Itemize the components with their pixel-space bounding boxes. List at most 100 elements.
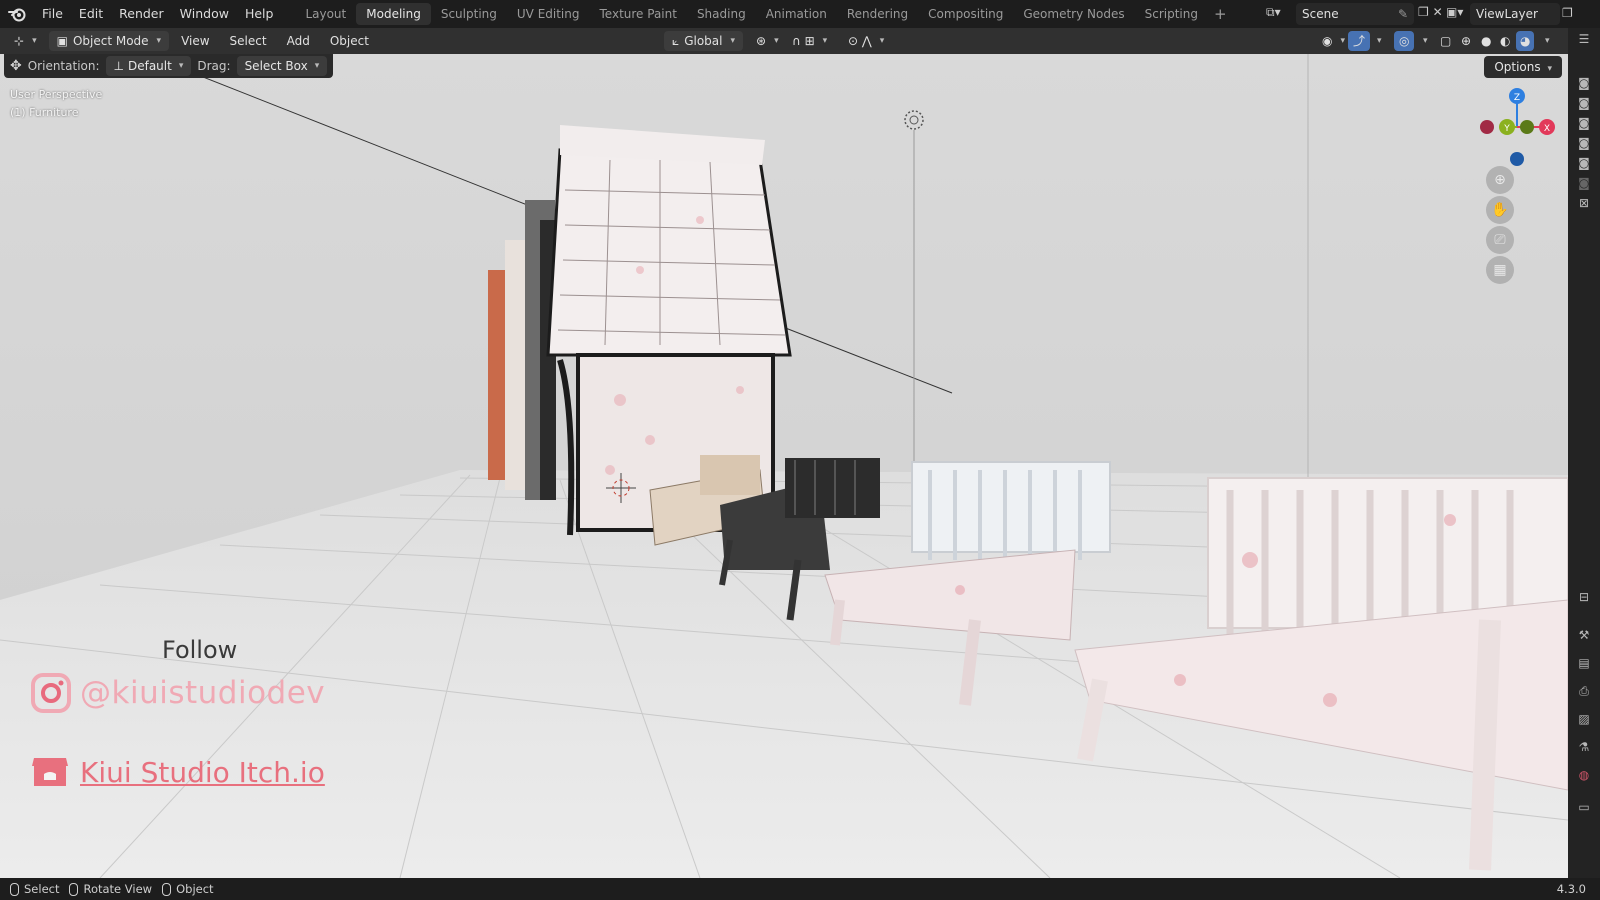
camera-view-icon[interactable]: ⎚	[1486, 226, 1514, 254]
orientation-axes-icon: ⊥	[113, 59, 124, 73]
zoom-icon[interactable]: ⊕	[1486, 166, 1514, 194]
tab-modeling[interactable]: Modeling	[356, 3, 431, 25]
mode-label: Object Mode	[72, 34, 149, 48]
menu-render[interactable]: Render	[111, 0, 172, 28]
tab-sculpting[interactable]: Sculpting	[431, 3, 507, 25]
rendered-shading-icon[interactable]: ◕	[1516, 31, 1535, 51]
tab-texture-paint[interactable]: Texture Paint	[590, 3, 687, 25]
snap-icon[interactable]: ∩ ⊞ ▾	[784, 31, 835, 51]
pin-icon[interactable]: ✎	[1398, 7, 1408, 21]
tab-layout[interactable]: Layout	[295, 3, 356, 25]
world-properties-icon[interactable]: ◍	[1577, 768, 1591, 782]
scene-selector-icon[interactable]: ⧉▾	[1266, 5, 1292, 23]
new-scene-icon[interactable]: ❐ ✕	[1418, 5, 1443, 19]
collection-properties-icon[interactable]: ▭	[1577, 800, 1591, 814]
instagram-link[interactable]: @kiuistudiodev	[30, 672, 325, 714]
orientation-value: Default	[127, 59, 172, 73]
menu-view[interactable]: View	[173, 31, 217, 51]
tool-settings-header: ✥ Orientation: ⊥ Default ▾ Drag: Select B…	[4, 54, 334, 78]
orientation-dropdown[interactable]: ⊥ Default ▾	[105, 56, 192, 76]
tool-settings-icon[interactable]: ⊟	[1577, 590, 1591, 604]
perspective-grid-icon[interactable]: ▦	[1486, 256, 1514, 284]
status-select: Select	[10, 882, 59, 896]
transform-orientation-dropdown[interactable]: ⟀ Global ▾	[664, 31, 744, 51]
mode-selector[interactable]: ▣ Object Mode ▾	[48, 31, 170, 51]
xray-icon[interactable]: ▢	[1436, 31, 1455, 51]
itch-link-label: Kiui Studio Itch.io	[80, 755, 325, 789]
navigation-gizmo[interactable]: Z X Y	[1472, 84, 1562, 174]
view-layer-properties-icon[interactable]: ▨	[1577, 712, 1591, 726]
follow-heading: Follow	[162, 636, 238, 664]
menu-file[interactable]: File	[34, 0, 71, 28]
render-camera-icon-3[interactable]: ◙	[1577, 116, 1591, 130]
material-preview-icon[interactable]: ◐	[1497, 31, 1513, 51]
status-select-label: Select	[24, 882, 60, 896]
svg-text:X: X	[1544, 124, 1550, 134]
menu-window[interactable]: Window	[172, 0, 237, 28]
view-layer-icon[interactable]: ▣▾	[1446, 5, 1463, 19]
drag-value: Select Box	[244, 59, 308, 73]
status-bar: Select Rotate View Object 4.3.0	[0, 878, 1600, 900]
new-view-layer-icon[interactable]: ❐	[1562, 6, 1573, 20]
gizmo-toggle-icon[interactable]: ⤴	[1348, 31, 1371, 51]
overlays-dropdown-icon[interactable]: ▾	[1418, 31, 1430, 51]
transform-tool-icon[interactable]: ✥	[10, 58, 22, 74]
solid-shading-icon[interactable]: ●	[1478, 31, 1494, 51]
render-properties-icon[interactable]: ▤	[1577, 656, 1591, 670]
status-rotate: Rotate View	[69, 882, 152, 896]
editor-type-button[interactable]: ⊹ ▾	[6, 31, 45, 51]
svg-text:Y: Y	[1503, 124, 1510, 134]
instagram-icon	[31, 673, 71, 713]
camera-disabled-icon[interactable]: ⊠	[1577, 196, 1591, 210]
render-camera-icon[interactable]: ◙	[1577, 76, 1591, 90]
menu-add[interactable]: Add	[279, 31, 318, 51]
add-workspace-icon[interactable]: +	[1208, 5, 1233, 23]
menu-help[interactable]: Help	[237, 0, 282, 28]
drag-dropdown[interactable]: Select Box ▾	[236, 56, 328, 76]
viewport-perspective-label: User Perspective	[10, 88, 103, 101]
menu-edit[interactable]: Edit	[71, 0, 111, 28]
top-menu-bar: File Edit Render Window Help Layout Mode…	[0, 0, 1600, 28]
tool-icon[interactable]: ⚒	[1577, 628, 1591, 642]
options-dropdown[interactable]: Options ▾	[1484, 56, 1562, 78]
blender-logo-icon[interactable]	[0, 0, 34, 28]
tab-animation[interactable]: Animation	[756, 3, 837, 25]
status-rotate-label: Rotate View	[83, 882, 153, 896]
itch-link[interactable]: Kiui Studio Itch.io	[30, 754, 325, 790]
tab-uv-editing[interactable]: UV Editing	[507, 3, 590, 25]
gizmo-dropdown-icon[interactable]: ▾	[1372, 31, 1384, 51]
orientation-label: Orientation:	[27, 59, 100, 73]
outliner-icon[interactable]: ☰	[1577, 32, 1591, 46]
scene-field[interactable]: Scene ✎	[1296, 3, 1414, 25]
overlays-toggle-icon[interactable]: ◎	[1394, 31, 1415, 51]
view-layer-name: ViewLayer	[1476, 7, 1538, 21]
tab-shading[interactable]: Shading	[687, 3, 756, 25]
status-object: Object	[162, 882, 214, 896]
shading-dropdown-icon[interactable]: ▾	[1540, 31, 1552, 51]
wireframe-shading-icon[interactable]: ⊕	[1458, 31, 1474, 51]
tab-geometry-nodes[interactable]: Geometry Nodes	[1013, 3, 1134, 25]
workspace-tabs: Layout Modeling Sculpting UV Editing Tex…	[295, 0, 1232, 28]
orientation-label: Global	[684, 34, 723, 48]
pan-hand-icon[interactable]: ✋	[1486, 196, 1514, 224]
render-camera-icon-4[interactable]: ◙	[1577, 136, 1591, 150]
render-camera-icon-5[interactable]: ◙	[1577, 156, 1591, 170]
menu-object[interactable]: Object	[322, 31, 377, 51]
scene-properties-icon[interactable]: ⚗	[1577, 740, 1591, 754]
options-label: Options	[1494, 60, 1541, 74]
output-properties-icon[interactable]: ⎙	[1577, 684, 1591, 698]
proportional-edit-icon[interactable]: ⊙ ⋀ ▾	[840, 31, 892, 51]
mouse-middle-icon	[69, 882, 79, 896]
render-camera-icon-2[interactable]: ◙	[1577, 96, 1591, 110]
tab-compositing[interactable]: Compositing	[918, 3, 1013, 25]
render-camera-icon-6[interactable]: ◙	[1577, 176, 1591, 190]
editor-type-icon: ⊹	[14, 34, 25, 48]
viewport-header: ⊹ ▾ ▣ Object Mode ▾ View Select Add Object…	[0, 28, 1568, 54]
drag-label: Drag:	[197, 59, 231, 73]
menu-select[interactable]: Select	[222, 31, 275, 51]
version-label: 4.3.0	[1556, 882, 1586, 896]
pivot-point-icon[interactable]: ⊛ ▾	[748, 31, 787, 51]
tab-rendering[interactable]: Rendering	[837, 3, 918, 25]
view-layer-field[interactable]: ViewLayer	[1470, 3, 1560, 25]
tab-scripting[interactable]: Scripting	[1135, 3, 1208, 25]
